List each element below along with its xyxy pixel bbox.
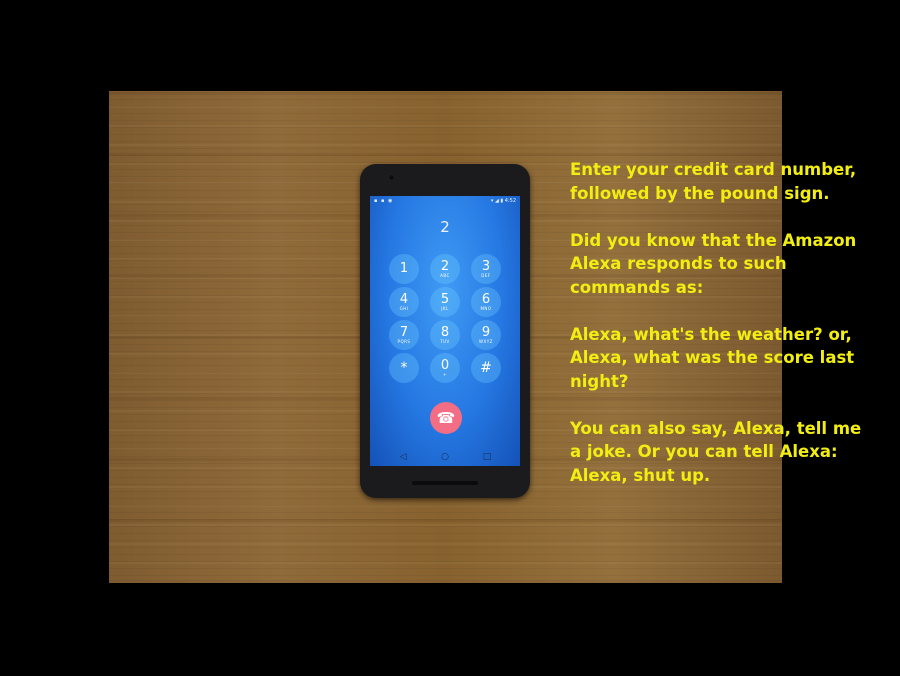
key-star[interactable]: * (389, 353, 419, 383)
key-digit: 5 (440, 292, 450, 307)
key-digit: 1 (399, 261, 409, 276)
key-5[interactable]: 5 JKL (430, 287, 460, 317)
home-icon[interactable]: ○ (437, 448, 453, 466)
key-4[interactable]: 4 GHI (389, 287, 419, 317)
phone-hangup-icon: ☎ (436, 409, 456, 427)
key-letters: + (443, 372, 447, 377)
key-8[interactable]: 8 TUV (430, 320, 460, 350)
key-letters: GHI (399, 306, 409, 311)
recents-icon[interactable]: □ (479, 448, 495, 466)
android-nav-bar: ◁ ○ □ (370, 448, 520, 466)
key-letters: WXYZ (479, 339, 493, 344)
status-right: ▾ ◢ ▮ 4:52 (491, 196, 516, 206)
caption-paragraph-3: Alexa, what's the weather? or, Alexa, wh… (570, 324, 855, 391)
key-2[interactable]: 2 ABC (430, 254, 460, 284)
key-letters: TUV (440, 339, 450, 344)
key-digit: * (400, 360, 408, 376)
key-6[interactable]: 6 MNO (471, 287, 501, 317)
key-digit: 9 (481, 325, 491, 340)
key-digit: 6 (481, 292, 491, 307)
key-digit: 4 (399, 292, 409, 307)
back-icon[interactable]: ◁ (395, 448, 411, 466)
notification-icons: ▪ ▪ ◉ (374, 198, 394, 204)
key-1[interactable]: 1 (389, 254, 419, 284)
caption-paragraph-2: Did you know that the Amazon Alexa respo… (570, 230, 857, 297)
bottom-speaker-grille (412, 481, 478, 485)
status-time: 4:52 (504, 198, 516, 204)
key-pound[interactable]: # (471, 353, 501, 383)
key-letters: DEF (481, 273, 491, 278)
dialed-number-display: 2 (440, 218, 450, 236)
front-camera-icon (388, 174, 395, 181)
status-bar: ▪ ▪ ◉ ▾ ◢ ▮ 4:52 (370, 196, 520, 206)
caption-paragraph-1: Enter your credit card number, followed … (570, 160, 857, 203)
smartphone: ▪ ▪ ◉ ▾ ◢ ▮ 4:52 2 1 2 ABC 3 DEF 4 GHI 5… (360, 164, 530, 498)
dialer-screen: ▪ ▪ ◉ ▾ ◢ ▮ 4:52 2 1 2 ABC 3 DEF 4 GHI 5… (370, 196, 520, 466)
key-digit: 3 (481, 259, 491, 274)
key-0[interactable]: 0 + (430, 353, 460, 383)
key-digit: 7 (399, 325, 409, 340)
key-digit: 2 (440, 259, 450, 274)
key-7[interactable]: 7 PQRS (389, 320, 419, 350)
signal-icon: ▾ ◢ ▮ (490, 198, 505, 204)
key-3[interactable]: 3 DEF (471, 254, 501, 284)
key-letters: JKL (441, 306, 449, 311)
caption-text: Enter your credit card number, followed … (570, 158, 870, 511)
key-digit: 8 (440, 325, 450, 340)
key-letters: PQRS (397, 339, 411, 344)
key-9[interactable]: 9 WXYZ (471, 320, 501, 350)
key-digit: 0 (440, 358, 450, 373)
key-letters: ABC (440, 273, 450, 278)
key-letters: MNO (480, 306, 492, 311)
key-digit: # (480, 360, 492, 376)
end-call-button[interactable]: ☎ (430, 402, 462, 434)
caption-paragraph-4: You can also say, Alexa, tell me a joke.… (570, 418, 862, 485)
